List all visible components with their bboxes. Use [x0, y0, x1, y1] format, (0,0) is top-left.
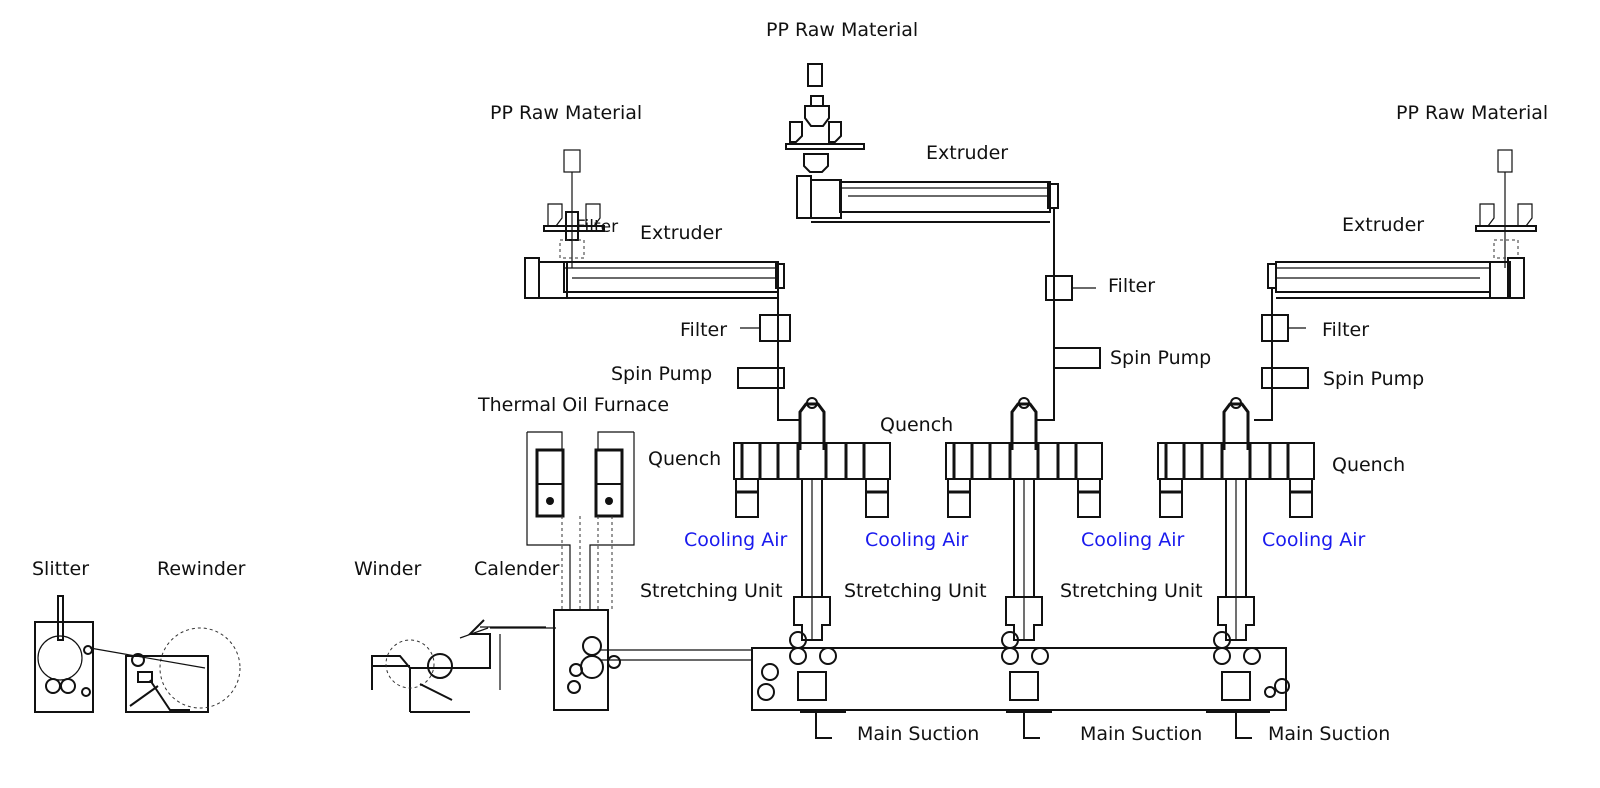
pipe-center [1036, 208, 1101, 421]
label-spin-pump-right: Spin Pump [1323, 368, 1425, 390]
label-cooling-air-1: Cooling Air [684, 529, 788, 551]
calender-machine [480, 609, 621, 711]
process-diagram: PP Raw Material PP Raw Material PP Raw M… [0, 0, 1600, 788]
label-extruder-center: Extruder [926, 142, 1009, 164]
label-cooling-air-3: Cooling Air [1081, 529, 1185, 551]
label-quench-center: Quench [880, 414, 954, 436]
label-spin-pump-center: Spin Pump [1110, 347, 1212, 369]
label-main-suction-2: Main Suction [1080, 723, 1203, 745]
forming-frame [600, 647, 1290, 711]
label-spin-pump-left: Spin Pump [611, 363, 713, 385]
winder-machine [371, 619, 556, 713]
label-calender: Calender [474, 558, 560, 580]
label-extruder-right: Extruder [1342, 214, 1425, 236]
extruder-right [1267, 257, 1525, 299]
label-raw-material-center: PP Raw Material [766, 19, 919, 41]
label-cooling-air-4: Cooling Air [1262, 529, 1366, 551]
spin-beam-assembly-2 [945, 397, 1103, 701]
label-extruder-left: Extruder [640, 222, 723, 244]
hopper-center [785, 63, 865, 173]
label-main-suction-1: Main Suction [857, 723, 980, 745]
label-quench-right: Quench [1332, 454, 1406, 476]
label-filter-left: Filter [680, 319, 728, 341]
label-stretching-unit-2: Stretching Unit [844, 580, 987, 602]
label-winder: Winder [354, 558, 422, 580]
label-stretching-unit-3: Stretching Unit [1060, 580, 1203, 602]
label-slitter: Slitter [32, 558, 90, 580]
pipe-left [737, 288, 800, 421]
label-filter-overlap: Filter [576, 217, 619, 237]
hopper-right [1475, 149, 1537, 268]
label-quench-left: Quench [648, 448, 722, 470]
label-rewinder: Rewinder [157, 558, 246, 580]
extruder-center [796, 175, 1059, 223]
spinning-beams [733, 397, 1315, 701]
rewinder-machine [89, 627, 241, 713]
label-filter-center: Filter [1108, 275, 1156, 297]
label-raw-material-left: PP Raw Material [490, 102, 643, 124]
label-raw-material-right: PP Raw Material [1396, 102, 1549, 124]
label-thermal-oil-furnace: Thermal Oil Furnace [478, 394, 670, 416]
label-cooling-air-2: Cooling Air [865, 529, 969, 551]
diagram-drawing [34, 63, 1537, 739]
label-stretching-unit-1: Stretching Unit [640, 580, 783, 602]
slitter-machine [34, 595, 94, 713]
label-main-suction-3: Main Suction [1268, 723, 1391, 745]
pipe-right [1254, 288, 1309, 421]
label-filter-right: Filter [1322, 319, 1370, 341]
thermal-oil-furnace [526, 431, 635, 610]
extruder-left [524, 257, 785, 299]
hopper-left [543, 149, 605, 268]
